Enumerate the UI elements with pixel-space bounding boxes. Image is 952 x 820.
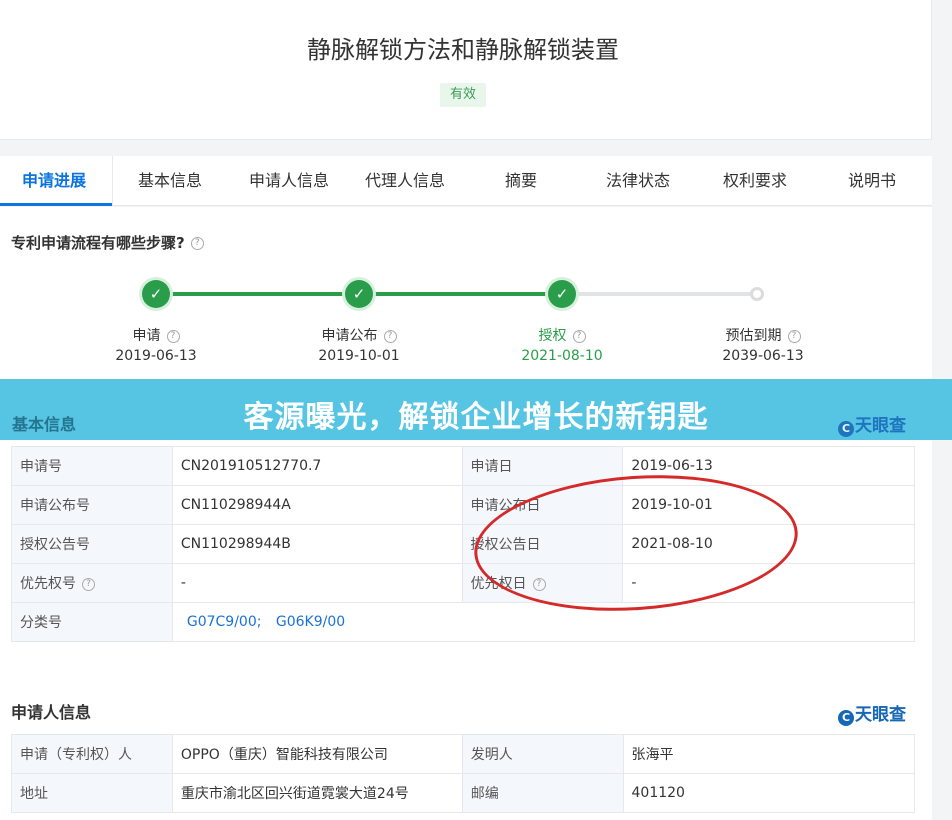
field-label: 申请公布日 <box>461 485 624 525</box>
field-label: 申请（专利权）人 <box>11 734 173 774</box>
help-icon[interactable]: ? <box>190 237 204 250</box>
field-value: CN201910512770.7 <box>171 446 463 486</box>
field-value: 2021-08-10 <box>622 524 915 564</box>
tab-agent-info[interactable]: 代理人信息 <box>365 156 445 206</box>
step-date: 2021-08-10 <box>521 348 603 364</box>
tab-description[interactable]: 说明书 <box>848 156 896 206</box>
tab-progress[interactable]: 申请进展 <box>22 156 86 206</box>
tab-active-indicator <box>0 203 112 206</box>
step-pending-icon <box>750 287 764 301</box>
classification-link[interactable]: G06K9/00 <box>276 614 345 630</box>
step-date: 2019-10-01 <box>318 348 400 364</box>
step-label: 申请公布? <box>279 325 439 345</box>
help-icon[interactable]: ? <box>82 577 95 591</box>
table-row: 地址 重庆市渝北区回兴街道霓裳大道24号 邮编 401120 <box>11 773 916 813</box>
patent-title: 静脉解锁方法和静脉解锁装置 <box>307 36 619 64</box>
field-value: - <box>171 563 463 603</box>
table-row: 分类号 G07C9/00; G06K9/00 <box>11 602 916 642</box>
step-label-text: 申请 <box>132 328 161 344</box>
step-label-text: 申请公布 <box>321 328 378 344</box>
step-label: 预估到期? <box>683 325 843 345</box>
brand-text: 天眼查 <box>855 416 906 436</box>
field-label: 邮编 <box>461 773 624 813</box>
field-value: CN110298944B <box>171 524 463 564</box>
step-label-text: 授权 <box>538 328 567 344</box>
banner-text: 客源曝光，解锁企业增长的新钥匙 <box>243 400 709 435</box>
tianyancha-logo-icon: C <box>838 710 854 726</box>
promo-banner: 基本信息 客源曝光，解锁企业增长的新钥匙 C 天眼查 <box>0 379 952 440</box>
tab-basic-info[interactable]: 基本信息 <box>138 156 202 206</box>
process-question: 专利申请流程有哪些步骤?? <box>11 232 204 253</box>
tab-applicant-info[interactable]: 申请人信息 <box>249 156 329 206</box>
tab-abstract[interactable]: 摘要 <box>505 156 537 206</box>
field-label-text: 优先权号 <box>20 576 76 592</box>
patent-header: 静脉解锁方法和静脉解锁装置 有效 <box>0 0 932 140</box>
brand-text: 天眼查 <box>855 705 906 725</box>
field-value: 2019-10-01 <box>622 485 915 525</box>
field-value: CN110298944A <box>171 485 463 525</box>
progress-section: 专利申请流程有哪些步骤?? <box>0 207 932 397</box>
field-value: 401120 <box>622 773 916 813</box>
field-label: 申请日 <box>461 446 624 486</box>
field-label: 授权公告日 <box>461 524 624 564</box>
tab-bar: 申请进展 基本信息 申请人信息 代理人信息 摘要 法律状态 权利要求 说明书 <box>0 156 932 206</box>
table-row: 申请号 CN201910512770.7 申请日 2019-06-13 <box>11 446 915 486</box>
field-value: 重庆市渝北区回兴街道霓裳大道24号 <box>171 773 463 813</box>
field-label: 发明人 <box>461 734 624 774</box>
help-icon[interactable]: ? <box>572 329 586 343</box>
help-icon[interactable]: ? <box>532 577 546 591</box>
tab-divider <box>112 156 113 206</box>
applicant-info-table: 申请（专利权）人 OPPO（重庆）智能科技有限公司 发明人 张海平 地址 重庆市… <box>11 734 916 813</box>
step-date: 2019-06-13 <box>115 348 197 364</box>
step-label: 申请? <box>76 325 236 345</box>
field-value: - <box>622 563 915 603</box>
field-value: 2019-06-13 <box>622 446 915 486</box>
applicant-info-title: 申请人信息 <box>11 703 92 722</box>
table-row: 授权公告号 CN110298944B 授权公告日 2021-08-10 <box>11 524 915 564</box>
patent-page: 静脉解锁方法和静脉解锁装置 有效 申请进展 基本信息 申请人信息 代理人信息 摘… <box>0 0 952 820</box>
step-check-icon: ✓ <box>548 280 576 308</box>
process-question-text: 专利申请流程有哪些步骤? <box>11 234 185 252</box>
field-value: 张海平 <box>622 734 916 774</box>
field-label: 申请号 <box>11 446 173 486</box>
help-icon[interactable]: ? <box>787 329 801 343</box>
tab-claims[interactable]: 权利要求 <box>723 156 787 206</box>
step-date: 2039-06-13 <box>722 348 804 364</box>
applicant-link[interactable]: OPPO（重庆）智能科技有限公司 <box>171 734 463 774</box>
status-badge: 有效 <box>440 83 486 107</box>
step-check-icon: ✓ <box>142 280 170 308</box>
field-label: 授权公告号 <box>11 524 173 564</box>
field-label: 优先权日? <box>461 563 624 603</box>
table-row: 申请（专利权）人 OPPO（重庆）智能科技有限公司 发明人 张海平 <box>11 734 916 774</box>
table-row: 申请公布号 CN110298944A 申请公布日 2019-10-01 <box>11 485 915 525</box>
tianyancha-brand: C 天眼查 <box>838 700 906 726</box>
tab-legal-status[interactable]: 法律状态 <box>606 156 670 206</box>
field-label: 地址 <box>11 773 173 813</box>
tianyancha-brand: C 天眼查 <box>838 411 906 437</box>
tianyancha-logo-icon: C <box>838 421 854 437</box>
step-label-text: 预估到期 <box>725 328 782 344</box>
help-icon[interactable]: ? <box>166 329 180 343</box>
field-label: 申请公布号 <box>11 485 173 525</box>
classification-link[interactable]: G07C9/00; <box>187 614 262 630</box>
field-label-text: 优先权日 <box>470 576 527 592</box>
table-row: 优先权号? - 优先权日? - <box>11 563 915 603</box>
progress-line-pending <box>561 292 757 296</box>
field-label: 分类号 <box>11 602 173 642</box>
field-label: 优先权号? <box>11 563 173 603</box>
step-check-icon: ✓ <box>345 280 373 308</box>
step-label: 授权? <box>482 325 642 345</box>
classification-links: G07C9/00; G06K9/00 <box>171 602 916 642</box>
help-icon[interactable]: ? <box>383 329 397 343</box>
basic-info-table: 申请号 CN201910512770.7 申请日 2019-06-13 申请公布… <box>11 446 916 642</box>
